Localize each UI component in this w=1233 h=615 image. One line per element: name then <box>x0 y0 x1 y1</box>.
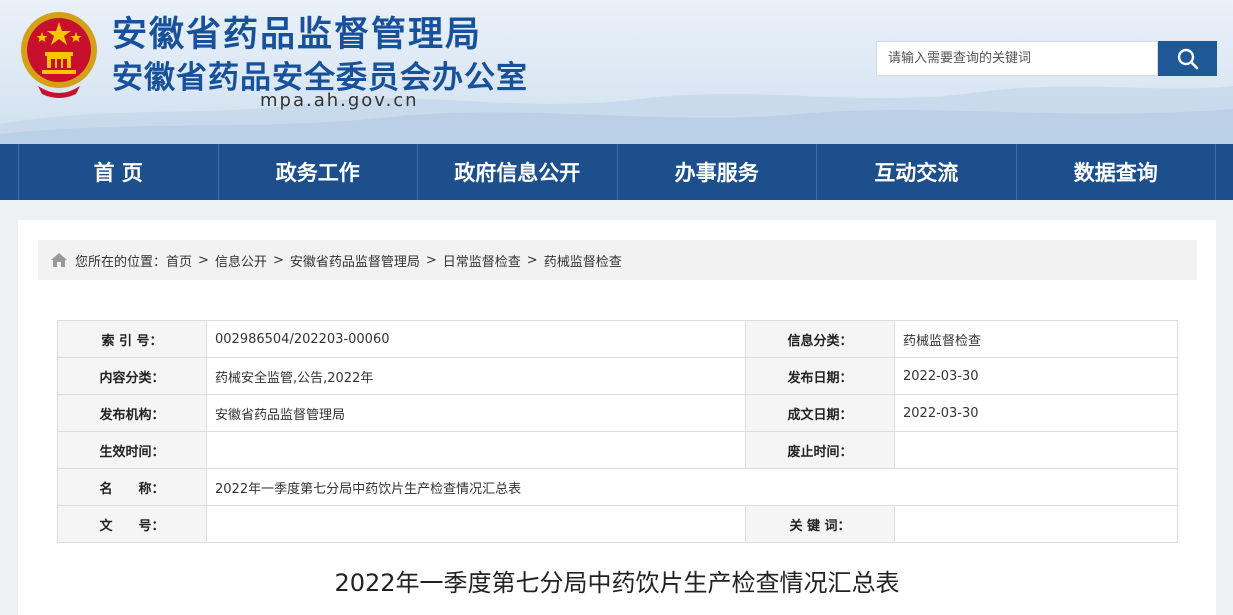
abolish-time-value <box>894 431 1178 469</box>
document-info-table: 索 引 号： 002986504/202203-00060 信息分类： 药械监督… <box>57 320 1178 543</box>
index-label: 索 引 号： <box>57 320 207 358</box>
category-label: 信息分类： <box>745 320 895 358</box>
table-row: 名 称： 2022年一季度第七分局中药饮片生产检查情况汇总表 <box>57 468 1178 506</box>
breadcrumb-prefix: 您所在的位置： <box>75 254 167 270</box>
table-row: 索 引 号： 002986504/202203-00060 信息分类： 药械监督… <box>57 320 1178 358</box>
keywords-value <box>894 505 1178 543</box>
nav-item-interaction[interactable]: 互动交流 <box>816 144 1016 200</box>
content-category-label: 内容分类： <box>57 357 207 395</box>
breadcrumb-separator: > <box>272 252 284 268</box>
breadcrumb-separator: > <box>526 252 538 268</box>
breadcrumb-bureau[interactable]: 安徽省药品监督管理局 <box>290 251 420 270</box>
breadcrumb-separator: > <box>198 252 209 268</box>
breadcrumb-home[interactable]: 首页 <box>166 251 192 270</box>
created-date-label: 成文日期： <box>745 394 895 432</box>
breadcrumb-daily-inspection[interactable]: 日常监督检查 <box>443 251 521 270</box>
breadcrumb-separator: > <box>425 252 437 268</box>
site-header: 安徽省药品监督管理局 安徽省药品安全委员会办公室 mpa.ah.gov.cn <box>0 0 1233 144</box>
table-row: 生效时间： 废止时间： <box>57 431 1178 469</box>
category-value: 药械监督检查 <box>894 320 1178 358</box>
home-icon <box>51 253 67 267</box>
nav-item-info-disclosure[interactable]: 政府信息公开 <box>417 144 617 200</box>
search-button[interactable] <box>1158 41 1217 76</box>
publish-date-label: 发布日期： <box>745 357 895 395</box>
national-emblem-icon[interactable] <box>18 8 100 98</box>
abolish-time-label: 废止时间： <box>745 431 895 469</box>
breadcrumb-device-inspection[interactable]: 药械监督检查 <box>544 251 622 270</box>
publish-date-value: 2022-03-30 <box>894 357 1178 395</box>
keywords-label: 关 键 词： <box>745 505 895 543</box>
publisher-label: 发布机构： <box>57 394 207 432</box>
content-category-value: 药械安全监管,公告,2022年 <box>206 357 746 395</box>
created-date-value: 2022-03-30 <box>894 394 1178 432</box>
article-title: 2022年一季度第七分局中药饮片生产检查情况汇总表 <box>334 569 900 597</box>
site-domain: mpa.ah.gov.cn <box>260 90 419 111</box>
table-row: 文 号： 关 键 词： <box>57 505 1178 543</box>
search-box <box>876 41 1158 76</box>
nav-item-government-affairs[interactable]: 政务工作 <box>217 144 418 200</box>
search-icon <box>1177 48 1198 69</box>
search-input[interactable] <box>877 42 1157 75</box>
content-panel: 您所在的位置： 首页 > 信息公开 > 安徽省药品监督管理局 > 日常监督检查 … <box>18 220 1216 615</box>
document-number-value <box>206 505 746 543</box>
table-row: 内容分类： 药械安全监管,公告,2022年 发布日期： 2022-03-30 <box>57 357 1178 395</box>
nav-item-data-query[interactable]: 数据查询 <box>1015 144 1216 200</box>
nav-item-home[interactable]: 首 页 <box>18 144 218 200</box>
site-title: 安徽省药品监督管理局 <box>112 15 483 55</box>
effective-time-value <box>206 431 746 469</box>
document-name-value: 2022年一季度第七分局中药饮片生产检查情况汇总表 <box>206 468 1178 506</box>
breadcrumb-info-disclosure[interactable]: 信息公开 <box>215 251 267 270</box>
document-number-label: 文 号： <box>57 505 207 543</box>
nav-item-services[interactable]: 办事服务 <box>616 144 817 200</box>
publisher-value: 安徽省药品监督管理局 <box>206 394 746 432</box>
effective-time-label: 生效时间： <box>57 431 207 469</box>
breadcrumb: 您所在的位置： 首页 > 信息公开 > 安徽省药品监督管理局 > 日常监督检查 … <box>38 240 1197 280</box>
table-row: 发布机构： 安徽省药品监督管理局 成文日期： 2022-03-30 <box>57 394 1178 432</box>
index-value: 002986504/202203-00060 <box>206 320 746 358</box>
main-nav: 首 页 政务工作 政府信息公开 办事服务 互动交流 数据查询 <box>0 144 1233 200</box>
document-name-label: 名 称： <box>57 468 207 506</box>
